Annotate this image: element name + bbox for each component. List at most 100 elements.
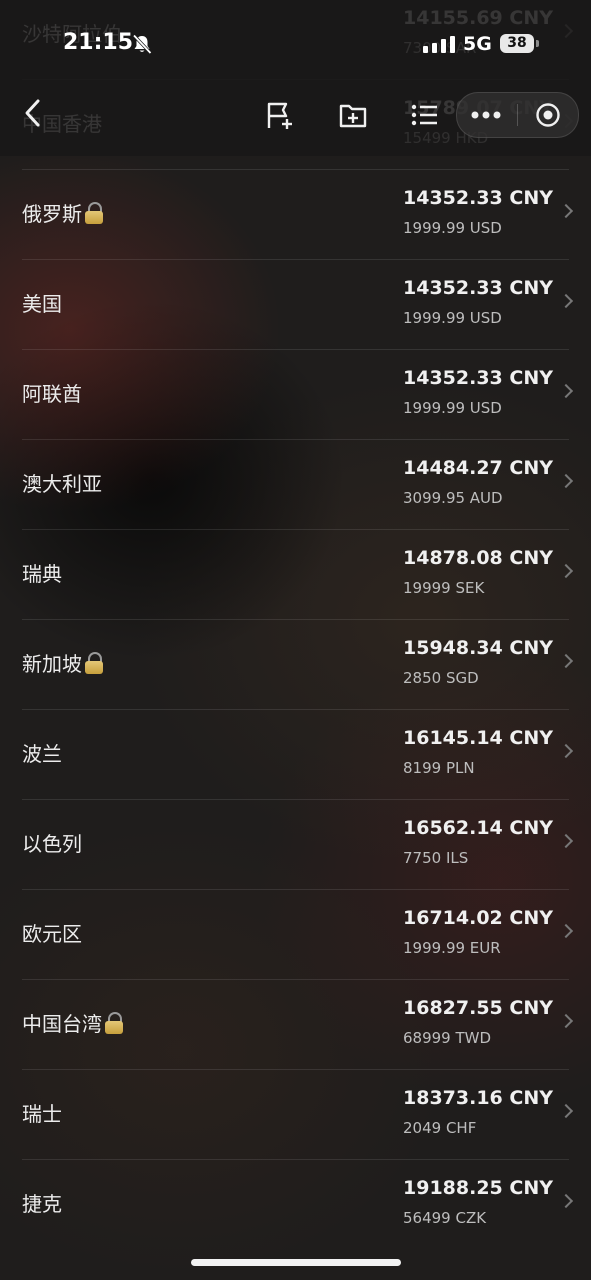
country-name: 美国	[22, 259, 62, 349]
country-price-row[interactable]: 新加坡 15948.34 CNY 2850 SGD	[0, 619, 591, 709]
folder-plus-icon[interactable]	[338, 100, 368, 130]
chevron-right-icon	[558, 293, 574, 309]
chevron-left-icon[interactable]	[20, 98, 48, 128]
bell-muted-icon	[132, 34, 152, 55]
country-name: 澳大利亚	[22, 439, 102, 529]
country-name-text: 阿联酋	[22, 382, 82, 406]
network-label: 5G	[463, 33, 492, 55]
country-name-text: 以色列	[22, 832, 82, 856]
country-name: 俄罗斯	[22, 169, 104, 259]
country-price-row[interactable]: 以色列 16562.14 CNY 7750 ILS	[0, 799, 591, 889]
signal-icon	[423, 36, 455, 53]
chevron-right-icon	[558, 203, 574, 219]
local-price: 1999.99 USD	[403, 219, 502, 237]
battery-indicator: 38	[500, 34, 534, 53]
list-icon[interactable]	[410, 100, 440, 130]
country-price-row[interactable]: 中国台湾 16827.55 CNY 68999 TWD	[0, 979, 591, 1069]
cny-price: 14352.33 CNY	[403, 187, 553, 209]
country-price-row[interactable]: 俄罗斯 14352.33 CNY 1999.99 USD	[0, 169, 591, 259]
status-time: 21:15	[63, 30, 134, 55]
local-price: 1999.99 USD	[403, 309, 502, 327]
cny-price: 14484.27 CNY	[403, 457, 553, 479]
cny-price: 16562.14 CNY	[403, 817, 553, 839]
local-price: 7750 ILS	[403, 849, 469, 867]
local-price: 19999 SEK	[403, 579, 485, 597]
local-price: 3099.95 AUD	[403, 489, 503, 507]
country-price-row[interactable]: 阿联酋 14352.33 CNY 1999.99 USD	[0, 349, 591, 439]
country-name: 波兰	[22, 709, 62, 799]
cny-price: 16827.55 CNY	[403, 997, 553, 1019]
country-price-row[interactable]: 波兰 16145.14 CNY 8199 PLN	[0, 709, 591, 799]
flag-plus-icon[interactable]	[265, 100, 295, 130]
chevron-right-icon	[558, 653, 574, 669]
chevron-right-icon	[558, 383, 574, 399]
chevron-right-icon	[558, 1193, 574, 1209]
local-price: 68999 TWD	[403, 1029, 492, 1047]
chevron-right-icon	[558, 923, 574, 939]
row-divider	[22, 169, 569, 170]
country-name-text: 澳大利亚	[22, 472, 102, 496]
country-name: 中国台湾	[22, 979, 124, 1069]
cny-price: 18373.16 CNY	[403, 1087, 553, 1109]
local-price: 1999.99 EUR	[403, 939, 501, 957]
country-price-row[interactable]: 欧元区 16714.02 CNY 1999.99 EUR	[0, 889, 591, 979]
row-divider	[22, 1159, 569, 1160]
row-divider	[22, 889, 569, 890]
row-divider	[22, 439, 569, 440]
battery-tip	[536, 40, 539, 47]
chevron-right-icon	[558, 1103, 574, 1119]
country-name: 新加坡	[22, 619, 104, 709]
row-divider	[22, 1069, 569, 1070]
country-price-row[interactable]: 瑞士 18373.16 CNY 2049 CHF	[0, 1069, 591, 1159]
country-name-text: 俄罗斯	[22, 202, 82, 226]
local-price: 1999.99 USD	[403, 399, 502, 417]
country-price-row[interactable]: 美国 14352.33 CNY 1999.99 USD	[0, 259, 591, 349]
more-dots-icon[interactable]	[469, 104, 503, 126]
local-price: 2850 SGD	[403, 669, 479, 687]
country-name-text: 波兰	[22, 742, 62, 766]
lock-icon	[84, 202, 104, 224]
country-price-row[interactable]: 瑞典 14878.08 CNY 19999 SEK	[0, 529, 591, 619]
country-name-text: 美国	[22, 292, 62, 316]
country-price-row[interactable]: 澳大利亚 14484.27 CNY 3099.95 AUD	[0, 439, 591, 529]
row-divider	[22, 349, 569, 350]
capsule-divider	[517, 104, 518, 126]
row-divider	[22, 799, 569, 800]
country-name-text: 捷克	[22, 1192, 62, 1216]
mini-program-capsule	[456, 92, 579, 138]
country-name-text: 中国台湾	[22, 1012, 102, 1036]
country-name-text: 欧元区	[22, 922, 82, 946]
cny-price: 16714.02 CNY	[403, 907, 553, 929]
cny-price: 14352.33 CNY	[403, 277, 553, 299]
cny-price: 15948.34 CNY	[403, 637, 553, 659]
country-name: 欧元区	[22, 889, 82, 979]
country-name-text: 新加坡	[22, 652, 82, 676]
country-name: 瑞士	[22, 1069, 62, 1159]
lock-icon	[84, 652, 104, 674]
cny-price: 14352.33 CNY	[403, 367, 553, 389]
chevron-right-icon	[558, 833, 574, 849]
row-divider	[22, 529, 569, 530]
country-name-text: 瑞士	[22, 1102, 62, 1126]
country-name-text: 瑞典	[22, 562, 62, 586]
chevron-right-icon	[558, 743, 574, 759]
top-navigation-bar: 21:15 5G 38	[0, 0, 591, 156]
chevron-right-icon	[558, 1013, 574, 1029]
target-circle-icon[interactable]	[535, 102, 561, 128]
country-name: 阿联酋	[22, 349, 82, 439]
country-name: 捷克	[22, 1159, 62, 1249]
local-price: 56499 CZK	[403, 1209, 487, 1227]
lock-icon	[104, 1012, 124, 1034]
row-divider	[22, 259, 569, 260]
local-price: 8199 PLN	[403, 759, 475, 777]
chevron-right-icon	[558, 473, 574, 489]
cny-price: 16145.14 CNY	[403, 727, 553, 749]
chevron-right-icon	[558, 563, 574, 579]
country-price-row[interactable]: 捷克 19188.25 CNY 56499 CZK	[0, 1159, 591, 1249]
home-indicator[interactable]	[191, 1259, 401, 1266]
row-divider	[22, 709, 569, 710]
local-price: 2049 CHF	[403, 1119, 477, 1137]
country-name: 瑞典	[22, 529, 62, 619]
row-divider	[22, 619, 569, 620]
cny-price: 19188.25 CNY	[403, 1177, 553, 1199]
